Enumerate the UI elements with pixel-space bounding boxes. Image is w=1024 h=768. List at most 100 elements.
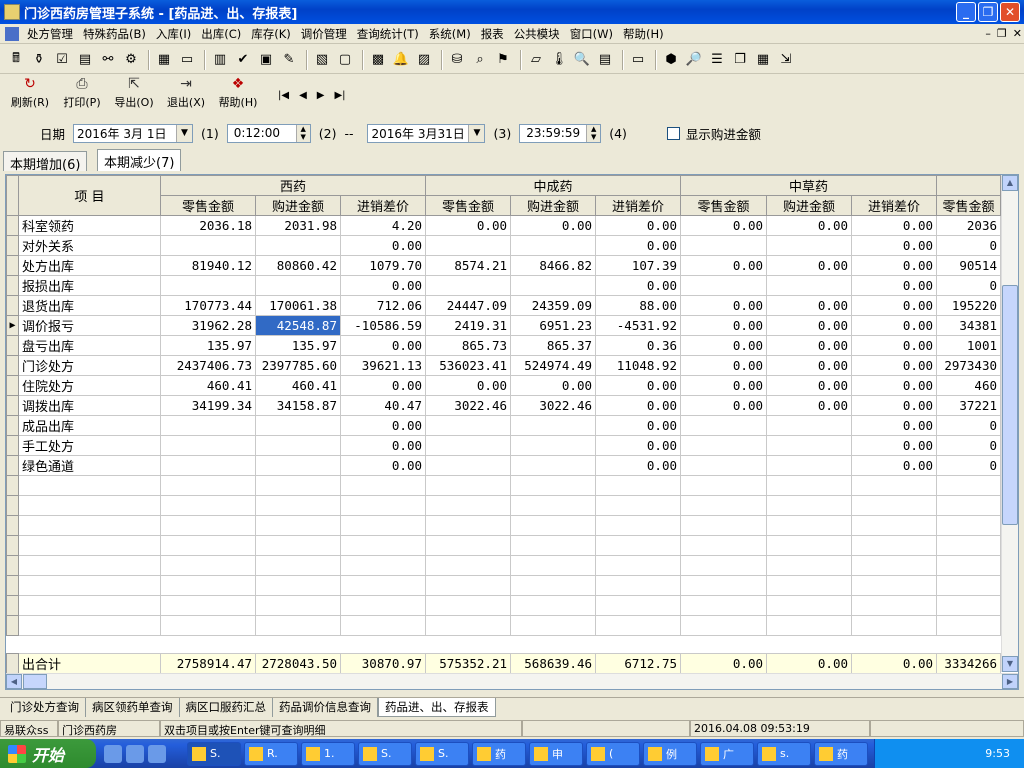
table-cell[interactable]: 0.00 — [680, 295, 767, 316]
table-row[interactable]: ▶ 调价报亏 31962.28 42548.87 -10586.59 2419.31 695… — [6, 315, 1001, 336]
row-label[interactable]: 调价报亏 — [18, 315, 161, 336]
row-label[interactable]: 盘亏出库 — [18, 335, 161, 356]
scroll-right-icon[interactable]: ▶ — [1002, 674, 1018, 689]
mdi-minimize-button[interactable]: – — [985, 27, 991, 40]
column-header[interactable]: 购进金额 — [766, 195, 852, 216]
tab-ward-oral-summary[interactable]: 病区口服药汇总 — [180, 698, 273, 717]
table-cell[interactable] — [510, 235, 596, 256]
table-cell[interactable] — [255, 275, 341, 296]
tool-pills-icon[interactable]: ⚙ — [121, 50, 141, 70]
table-cell[interactable]: 135.97 — [160, 335, 256, 356]
show-purchase-checkbox[interactable] — [666, 126, 680, 140]
tool-list-icon[interactable]: ☰ — [707, 50, 727, 70]
taskbar-window-button[interactable]: S. — [358, 741, 412, 766]
tool-thermometer-icon[interactable]: 🌡 — [549, 50, 569, 70]
table-cell[interactable]: 460 — [936, 375, 1001, 396]
tab-price-adjust-query[interactable]: 药品调价信息查询 — [273, 698, 378, 717]
table-cell[interactable]: 0.00 — [680, 375, 767, 396]
exit-button[interactable]: ⇥ 退出(X) — [160, 76, 212, 110]
table-cell[interactable] — [255, 435, 341, 456]
table-cell[interactable] — [680, 455, 767, 476]
table-cell[interactable]: 195220 — [936, 295, 1001, 316]
tool-image-icon[interactable]: ▨ — [414, 50, 434, 70]
table-cell[interactable]: 107.39 — [595, 255, 681, 276]
table-row[interactable]: 对外关系 0.00 0.00 0.00 0 — [6, 235, 1001, 256]
browser-icon[interactable] — [126, 744, 144, 763]
menu-help[interactable]: 帮助(H) — [618, 26, 669, 42]
menu-report[interactable]: 报表 — [476, 26, 509, 42]
tool-jar-icon[interactable]: ⛁ — [447, 50, 467, 70]
table-row[interactable]: 住院处方 460.41 460.41 0.00 0.00 0.00 0.00 0.00 0.00… — [6, 375, 1001, 396]
row-label[interactable]: 绿色通道 — [18, 455, 161, 476]
end-time-spinner[interactable]: 23:59:59 ▲ ▼ — [519, 123, 602, 143]
table-row[interactable]: 科室领药 2036.18 2031.98 4.20 0.00 0.00 0.00 0.00 0.… — [6, 215, 1001, 236]
table-cell[interactable]: 0 — [936, 455, 1001, 476]
table-cell[interactable]: 2036.18 — [160, 215, 256, 236]
row-label[interactable]: 退货出库 — [18, 295, 161, 316]
horizontal-scrollbar[interactable]: ◀ ▶ — [6, 673, 1018, 689]
table-row[interactable]: 退货出库 170773.44 170061.38 712.06 24447.09 2435… — [6, 295, 1001, 316]
row-label[interactable]: 调拨出库 — [18, 395, 161, 416]
tool-card-icon[interactable]: ▭ — [177, 50, 197, 70]
table-cell[interactable]: 0.00 — [851, 395, 937, 416]
table-cell[interactable]: 0 — [936, 275, 1001, 296]
table-cell[interactable]: 4.20 — [340, 215, 426, 236]
tool-exit-icon[interactable]: ⇲ — [776, 50, 796, 70]
menu-inventory[interactable]: 库存(K) — [246, 26, 296, 42]
table-cell[interactable]: 0.00 — [340, 235, 426, 256]
spin-arrows-icon[interactable]: ▲ ▼ — [586, 124, 601, 142]
tab-outpatient-query[interactable]: 门诊处方查询 — [4, 698, 86, 717]
table-cell[interactable]: 6951.23 — [510, 315, 596, 336]
table-cell[interactable] — [255, 455, 341, 476]
table-cell[interactable] — [425, 275, 511, 296]
table-cell[interactable]: 40.47 — [340, 395, 426, 416]
mdi-doc-icon[interactable] — [5, 26, 19, 41]
menu-system[interactable]: 系统(M) — [424, 26, 476, 42]
nav-first-button[interactable]: |◀ — [278, 90, 289, 101]
taskbar-window-button[interactable]: R. — [244, 741, 298, 766]
nav-next-button[interactable]: ▶ — [317, 90, 325, 101]
start-button[interactable]: 开始 — [0, 739, 96, 768]
table-cell[interactable]: 0.00 — [766, 375, 852, 396]
table-cell[interactable]: 0.00 — [595, 235, 681, 256]
table-cell[interactable]: 0.00 — [766, 395, 852, 416]
column-header[interactable]: 购进金额 — [255, 195, 341, 216]
table-cell[interactable]: 0.00 — [766, 315, 852, 336]
table-cell[interactable] — [510, 455, 596, 476]
row-label[interactable]: 科室领药 — [18, 215, 161, 236]
table-cell[interactable]: 11048.92 — [595, 355, 681, 376]
table-cell[interactable]: 0.00 — [851, 295, 937, 316]
table-cell[interactable]: 34381 — [936, 315, 1001, 336]
nav-last-button[interactable]: ▶| — [334, 90, 345, 101]
table-cell[interactable]: 0.00 — [851, 335, 937, 356]
table-cell[interactable]: 81940.12 — [160, 255, 256, 276]
menu-window[interactable]: 窗口(W) — [565, 26, 618, 42]
table-cell[interactable]: 0.00 — [851, 275, 937, 296]
taskbar-window-button[interactable]: 广 — [700, 741, 754, 766]
tab-period-increase[interactable]: 本期增加(6) — [3, 151, 88, 173]
help-button[interactable]: ❖ 帮助(H) — [212, 76, 264, 110]
table-cell[interactable]: 1079.70 — [340, 255, 426, 276]
table-cell[interactable]: 0 — [936, 235, 1001, 256]
table-cell[interactable] — [510, 435, 596, 456]
table-cell[interactable]: 24359.09 — [510, 295, 596, 316]
table-cell[interactable]: 0.00 — [851, 455, 937, 476]
tool-search-doc-icon[interactable]: ⌕ — [470, 50, 490, 70]
tool-monitor-icon[interactable]: ▢ — [335, 50, 355, 70]
table-cell[interactable]: 0.00 — [851, 375, 937, 396]
table-cell[interactable]: 0.00 — [680, 335, 767, 356]
table-cell[interactable]: 0 — [936, 415, 1001, 436]
table-cell[interactable]: 0.00 — [851, 215, 937, 236]
tool-calc2-icon[interactable]: ▤ — [595, 50, 615, 70]
scroll-thumb[interactable] — [1002, 285, 1018, 525]
table-cell[interactable]: 24447.09 — [425, 295, 511, 316]
table-cell[interactable]: 0.00 — [595, 435, 681, 456]
table-cell[interactable]: 0.00 — [340, 335, 426, 356]
table-cell[interactable]: 2437406.73 — [160, 355, 256, 376]
table-cell[interactable]: 0.00 — [595, 455, 681, 476]
taskbar-window-button[interactable]: 药 — [472, 741, 526, 766]
refresh-button[interactable]: ↻ 刷新(R) — [4, 76, 56, 110]
column-header[interactable]: 零售金额 — [160, 195, 256, 216]
taskbar-window-button[interactable]: 药 — [814, 741, 868, 766]
table-cell[interactable]: 0.00 — [510, 375, 596, 396]
